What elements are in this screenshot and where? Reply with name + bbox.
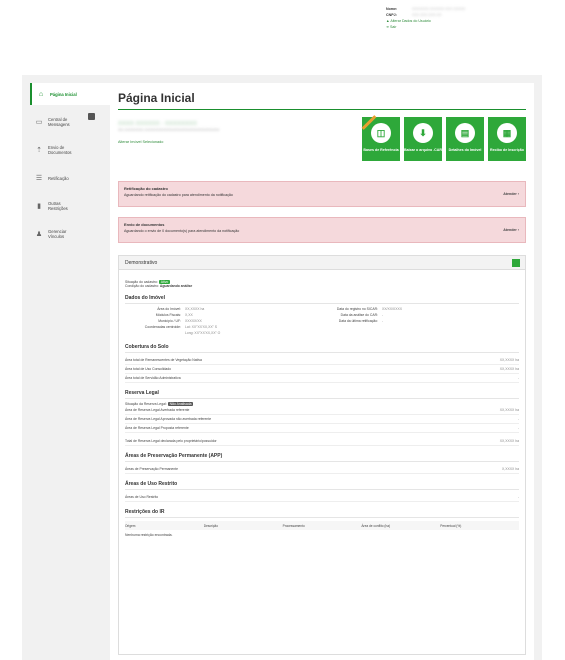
- inbox-icon: ▭: [35, 119, 43, 126]
- sidebar: ⌂ Página Inicial ▭ Central de Mensagens ⇡ E…: [30, 83, 120, 251]
- list-item: Área total de Uso Consolidado XX,XXXX ha: [125, 365, 519, 374]
- restricoes-table-header: Origem Descrição Processamento Área de conf…: [125, 521, 519, 530]
- tile-detalhes-imovel[interactable]: ▤ Detalhes do Imóvel: [446, 117, 484, 161]
- upload-icon: ⇡: [36, 147, 42, 154]
- list-icon: ☰: [35, 175, 43, 182]
- list-item: Área de Reserva Legal Aprovada não averb…: [125, 415, 519, 424]
- column-header[interactable]: Origem: [125, 524, 204, 528]
- property-info: XXXX XXXXXX - XXXXXXXX XX-XXXXXXX-XXXXXX…: [118, 121, 318, 144]
- change-property-link[interactable]: Alterar Imóvel Selecionado: [118, 140, 318, 144]
- alert-documentos: Envio de documentos Aguardando o envio de…: [118, 217, 526, 243]
- list-item: Área total de Servidão Administrativa -: [125, 374, 519, 383]
- demonstrativo-panel: Demonstrativo Situação do cadastro: Ativ…: [118, 255, 526, 655]
- sidebar-item-vinculos[interactable]: ♟ Gerenciar Vínculos: [30, 223, 120, 245]
- column-header[interactable]: Descrição: [204, 524, 283, 528]
- page-title: Página Inicial: [118, 91, 526, 110]
- logout-link[interactable]: ➜ Sair: [386, 24, 556, 30]
- cnpj-value: XXX.XXX.XXX-XX: [412, 13, 442, 17]
- receipt-icon: ▦: [497, 123, 517, 143]
- sidebar-item-home[interactable]: ⌂ Página Inicial: [30, 83, 120, 105]
- file-icon: ▮: [37, 203, 41, 210]
- list-item: Área total de Remanescentes de Vegetação…: [125, 356, 519, 365]
- list-item: Área de Reserva Legal Averbada referente…: [125, 406, 519, 415]
- action-tiles: ◫ Bases de Referência ⬇ Baixar o arquivo .…: [361, 115, 526, 161]
- download-icon: ⬇: [413, 123, 433, 143]
- home-icon: ⌂: [38, 90, 44, 98]
- list-item: Áreas de Uso Restrito -: [125, 493, 519, 502]
- column-header[interactable]: Área de conflito (ha): [361, 524, 440, 528]
- sidebar-item-retificacao[interactable]: ☰ Retificação: [30, 167, 120, 189]
- column-header[interactable]: Processamento: [283, 524, 362, 528]
- panel-header: Demonstrativo: [119, 256, 525, 270]
- list-item: Total de Reserva Legal declarada pelo pr…: [125, 437, 519, 446]
- alert-retificacao: Retificação do cadastro Aguardando retifi…: [118, 181, 526, 207]
- print-button[interactable]: [512, 259, 520, 267]
- detail-row: Data da última retificação: -: [338, 319, 384, 323]
- main-content: Página Inicial XXXX XXXXXX - XXXXXXXX XX…: [110, 83, 534, 660]
- tile-bases-referencia[interactable]: ◫ Bases de Referência: [361, 115, 400, 161]
- atender-button[interactable]: Atender ›: [503, 228, 519, 232]
- app-shell: ⌂ Página Inicial ▭ Central de Mensagens ⇡ E…: [22, 75, 542, 660]
- column-header[interactable]: Percentual (%): [440, 524, 519, 528]
- list-item: Área de Reserva Legal Proposta referente…: [125, 424, 519, 433]
- sidebar-item-restricoes[interactable]: ▮ Outras Restrições: [30, 195, 120, 217]
- atender-button[interactable]: Atender ›: [503, 192, 519, 196]
- user-icon: ♟: [35, 231, 43, 238]
- document-icon: ▤: [455, 123, 475, 143]
- property-code: XX-XXXXXXX-XXXXXXXXXXXXXXXXXXXXXXXXXXXX: [118, 127, 220, 132]
- detail-row: Long: XX°XX'XX,XX" O: [185, 331, 221, 335]
- tile-recibo[interactable]: ▦ Recibo de Inscrição: [488, 117, 526, 161]
- list-item: Áreas de Preservação Permanente X,XXXX ha: [125, 465, 519, 474]
- tile-baixar-car[interactable]: ⬇ Baixar o arquivo .CAR: [404, 117, 442, 161]
- empty-note: Nenhuma restrição encontrada.: [125, 533, 173, 537]
- sidebar-item-documents[interactable]: ⇡ Envio de Documentos: [30, 139, 120, 161]
- message-badge: [88, 113, 95, 120]
- sidebar-item-messages[interactable]: ▭ Central de Mensagens: [30, 111, 120, 133]
- reserva-status-badge: Não Analisada: [167, 402, 194, 406]
- user-info: Nome: XXXXXXX XXXXXX XXX XXXXX CNPJ: XXX.X…: [386, 6, 556, 30]
- map-icon: ◫: [371, 123, 391, 143]
